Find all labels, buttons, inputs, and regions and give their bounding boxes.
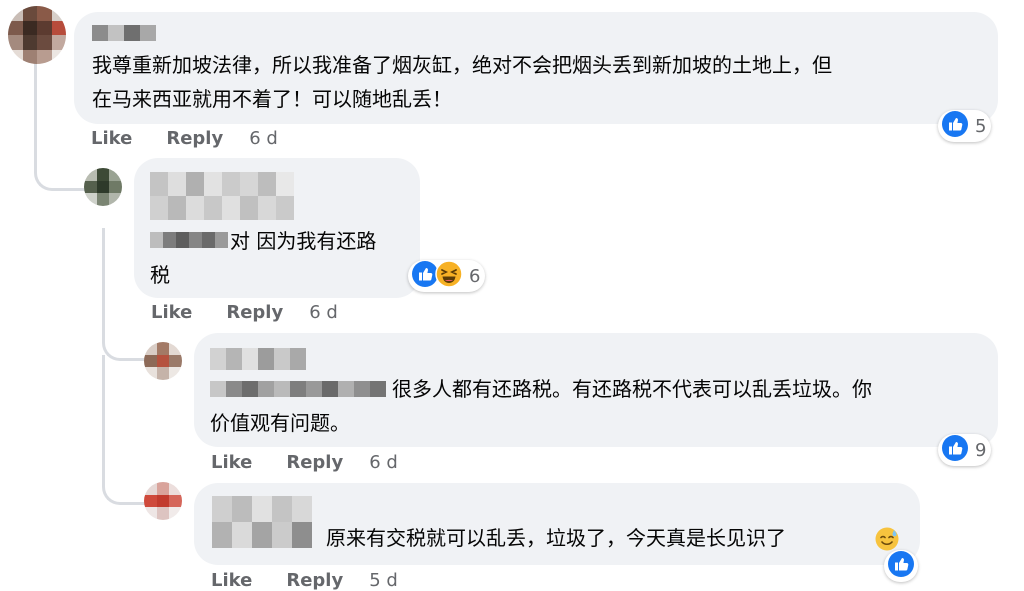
reaction-count: 5 <box>975 115 987 137</box>
like-button[interactable]: Like <box>151 302 192 323</box>
reply-button[interactable]: Reply <box>226 302 283 323</box>
avatar[interactable] <box>84 168 122 206</box>
comment-text: 原来有交税就可以乱丢，垃圾了，今天真是长见识了 <box>326 526 786 550</box>
reply-button[interactable]: Reply <box>286 452 343 473</box>
like-button[interactable]: Like <box>91 128 132 149</box>
thumbs-up-icon <box>941 434 969 466</box>
avatar[interactable] <box>144 482 182 520</box>
comment-actions: Like Reply 6 d <box>211 452 398 473</box>
reply-button[interactable]: Reply <box>286 570 343 591</box>
timestamp[interactable]: 5 d <box>369 570 398 591</box>
comment-actions: Like Reply 6 d <box>91 128 278 149</box>
reply-button[interactable]: Reply <box>166 128 223 149</box>
timestamp[interactable]: 6 d <box>369 452 398 473</box>
thread-line-replies-2 <box>102 355 145 505</box>
haha-emoji-icon <box>435 260 463 292</box>
comment-text: 对 因为我有还路 税 <box>150 229 377 287</box>
reaction-summary[interactable]: 9 <box>938 434 992 466</box>
comment-actions: Like Reply 5 d <box>211 570 398 591</box>
comment-actions: Like Reply 6 d <box>151 302 338 323</box>
commenter-name[interactable] <box>150 172 310 220</box>
thumbs-up-icon <box>941 110 969 142</box>
commenter-name[interactable] <box>212 496 312 548</box>
comment-text: 我尊重新加坡法律，所以我准备了烟灰缸，绝对不会把烟头丢到新加坡的土地上，但 在马… <box>92 53 832 111</box>
reaction-summary[interactable]: 5 <box>938 110 992 142</box>
avatar[interactable] <box>8 6 66 64</box>
timestamp[interactable]: 6 d <box>249 128 278 149</box>
reaction-summary[interactable]: 6 <box>408 260 486 292</box>
reaction-count: 6 <box>469 265 481 287</box>
commenter-name[interactable] <box>92 25 156 41</box>
timestamp[interactable]: 6 d <box>309 302 338 323</box>
like-button[interactable]: Like <box>211 452 252 473</box>
thumbs-up-icon <box>887 550 915 582</box>
commenter-name[interactable] <box>210 348 306 370</box>
reaction-count: 9 <box>975 439 987 461</box>
comment-text: 很多人都有还路税。有还路税不代表可以乱丢垃圾。你 价值观有问题。 <box>210 377 872 435</box>
like-button[interactable]: Like <box>211 570 252 591</box>
avatar[interactable] <box>144 342 182 380</box>
reaction-summary[interactable] <box>884 550 918 582</box>
